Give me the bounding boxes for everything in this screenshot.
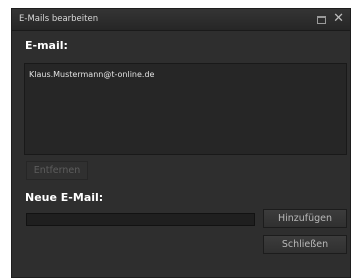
remove-button[interactable]: Entfernen <box>26 161 88 180</box>
email-list[interactable]: Klaus.Mustermann@t-online.de <box>24 63 347 155</box>
close-button[interactable]: Schließen <box>263 235 347 254</box>
new-email-heading: Neue E-Mail: <box>25 191 104 204</box>
dialog-window: E-Mails bearbeiten ✕ E-mail: Klaus.Muste… <box>11 8 351 278</box>
list-item[interactable]: Klaus.Mustermann@t-online.de <box>29 70 154 79</box>
title-bar[interactable]: E-Mails bearbeiten ✕ <box>12 9 350 31</box>
window-title: E-Mails bearbeiten <box>19 14 99 24</box>
maximize-icon[interactable] <box>317 16 326 24</box>
email-heading: E-mail: <box>25 39 68 52</box>
new-email-input[interactable] <box>26 213 255 226</box>
add-button[interactable]: Hinzufügen <box>263 209 347 228</box>
close-icon[interactable]: ✕ <box>333 12 344 25</box>
